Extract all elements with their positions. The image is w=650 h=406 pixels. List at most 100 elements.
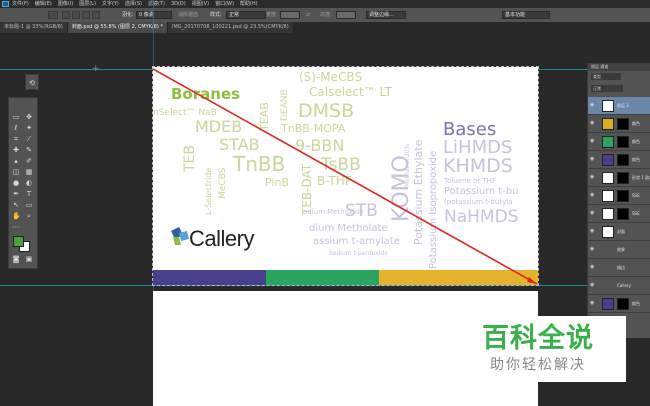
visibility-eye-icon[interactable]: ◉ xyxy=(590,121,596,126)
marquee-tool-icon[interactable]: ▭ xyxy=(12,114,20,121)
layer-filter-select[interactable]: 类型 xyxy=(591,73,621,80)
layer-name: SSE xyxy=(632,211,640,216)
layer-name: 颜色 xyxy=(632,121,640,126)
layer-name: Callery xyxy=(617,283,631,288)
more-tools-icon[interactable]: ⋯ xyxy=(12,224,20,231)
visibility-eye-icon[interactable]: ◉ xyxy=(590,139,596,144)
gradient-tool-icon[interactable]: ▦ xyxy=(25,169,33,176)
feather-input[interactable]: 0 像素 xyxy=(136,11,172,19)
crop-tool-icon[interactable]: ⌗ xyxy=(12,136,20,143)
move-tool-icon[interactable]: ✥ xyxy=(25,114,33,121)
swap-icon[interactable]: ⇄ xyxy=(306,11,310,19)
layer-thumbnail xyxy=(602,226,614,238)
width-input[interactable] xyxy=(280,11,300,19)
menu-type[interactable]: 文字(Y) xyxy=(102,1,119,7)
visibility-eye-icon[interactable]: ◉ xyxy=(590,247,596,252)
workspace-select[interactable]: 基本功能 xyxy=(502,11,550,19)
doc-tab-untitled[interactable]: 未标题-1 @ 33%(RGB/8) xyxy=(0,22,68,33)
shape-tool-icon[interactable]: ▭ xyxy=(25,202,33,209)
layers-panel: 图层 通道 类型 正常 ◉ 图层 2 ◉ 颜色 ◉ 颜色 ◉ 颜色 ◉ 形状 1 副本 ◉ SSE ◉ S… xyxy=(587,63,650,338)
visibility-eye-icon[interactable]: ◉ xyxy=(590,175,596,180)
path-select-tool-icon[interactable]: ↖ xyxy=(12,202,20,209)
layer-row[interactable]: ◉ 颜色 xyxy=(588,151,650,169)
healing-tool-icon[interactable]: ✚ xyxy=(12,147,20,154)
visibility-eye-icon[interactable]: ◉ xyxy=(590,283,596,288)
zoom-tool-icon[interactable]: ⌕ xyxy=(25,213,33,220)
layer-row[interactable]: ◉ Callery xyxy=(588,277,650,295)
layer-row[interactable]: ◉ SSE xyxy=(588,187,650,205)
photoshop-window: 文件(F) 编辑(E) 图像(I) 图层(L) 文字(Y) 选择(S) 滤镜(T… xyxy=(0,0,650,406)
blur-tool-icon[interactable]: ● xyxy=(12,180,20,187)
menu-window[interactable]: 窗口(W) xyxy=(215,1,234,7)
layer-row[interactable]: ◉ SSE xyxy=(588,205,650,223)
layer-row[interactable]: ◉ 颜色 xyxy=(588,295,650,313)
layer-mask-thumbnail xyxy=(617,298,629,310)
menu-view[interactable]: 视图(V) xyxy=(192,1,209,7)
layer-name: 图层 2 xyxy=(617,103,629,108)
stamp-tool-icon[interactable]: ▴ xyxy=(12,158,20,165)
menu-edit[interactable]: 编辑(E) xyxy=(35,1,52,7)
layer-thumbnail xyxy=(602,118,614,130)
layer-mask-thumbnail xyxy=(617,190,629,202)
layer-row[interactable]: ◉ 效果 xyxy=(588,241,650,259)
layer-row[interactable]: ◉ 封面 xyxy=(588,223,650,241)
dodge-tool-icon[interactable]: ◐ xyxy=(25,180,33,187)
options-bar: 羽化: 0 像素 消除锯齿 样式: 正常 宽度: ⇄ 高度: 调整边缘... 基… xyxy=(0,8,650,22)
menu-file[interactable]: 文件(F) xyxy=(12,1,29,7)
antialias-checkbox[interactable]: 消除锯齿 xyxy=(178,11,198,19)
new-selection-button[interactable] xyxy=(62,11,70,19)
visibility-eye-icon[interactable]: ◉ xyxy=(590,157,596,162)
menu-image[interactable]: 图像(I) xyxy=(58,1,73,7)
intersect-selection-button[interactable] xyxy=(92,11,100,19)
magic-wand-tool-icon[interactable]: ✦ xyxy=(25,125,33,132)
type-tool-icon[interactable]: T xyxy=(25,191,33,198)
layer-thumbnail xyxy=(602,190,614,202)
eraser-tool-icon[interactable]: ◫ xyxy=(12,169,20,176)
doc-tab-img[interactable]: IMG_20170708_100221.psd @ 23.5%(CMYK/8) xyxy=(167,22,294,33)
style-select[interactable]: 正常 xyxy=(226,11,266,19)
layer-name: SSE xyxy=(632,193,640,198)
add-selection-button[interactable] xyxy=(72,11,80,19)
subtract-selection-button[interactable] xyxy=(82,11,90,19)
layer-name: 颜色 xyxy=(632,157,640,162)
mini-panel[interactable]: ⟲ xyxy=(25,74,39,90)
crosshair-icon: + xyxy=(92,64,100,74)
layer-mask-thumbnail xyxy=(617,154,629,166)
lasso-tool-icon[interactable]: ℓ xyxy=(12,125,20,132)
visibility-eye-icon[interactable]: ◉ xyxy=(590,229,596,234)
visibility-eye-icon[interactable]: ◉ xyxy=(590,265,596,270)
foreground-color-swatch[interactable] xyxy=(13,236,24,247)
refine-edge-button[interactable]: 调整边缘... xyxy=(366,11,406,19)
menu-help[interactable]: 帮助(H) xyxy=(240,1,258,7)
menu-layer[interactable]: 图层(L) xyxy=(79,1,96,7)
layer-mask-thumbnail xyxy=(617,136,629,148)
marquee-preset-button[interactable] xyxy=(48,11,58,19)
pen-tool-icon[interactable]: ✒ xyxy=(12,191,20,198)
menu-select[interactable]: 选择(S) xyxy=(125,1,142,7)
blend-mode-select[interactable]: 正常 xyxy=(591,85,623,92)
visibility-eye-icon[interactable]: ◉ xyxy=(590,211,596,216)
layer-row[interactable]: ◉ 颜色 xyxy=(588,115,650,133)
brush-tool-icon[interactable]: ✎ xyxy=(25,147,33,154)
width-label: 宽度: xyxy=(266,12,278,18)
visibility-eye-icon[interactable]: ◉ xyxy=(590,301,596,306)
layer-row[interactable]: ◉ 描边 xyxy=(588,259,650,277)
menu-filter[interactable]: 滤镜(T) xyxy=(148,1,165,7)
history-brush-tool-icon[interactable]: ✐ xyxy=(25,158,33,165)
menu-bar: 文件(F) 编辑(E) 图像(I) 图层(L) 文字(Y) 选择(S) 滤镜(T… xyxy=(0,0,650,8)
quick-mask-icon[interactable]: ◙ xyxy=(12,256,20,263)
height-input[interactable] xyxy=(336,11,356,19)
visibility-eye-icon[interactable]: ◉ xyxy=(590,193,596,198)
layer-thumbnail xyxy=(602,100,614,112)
visibility-eye-icon[interactable]: ◉ xyxy=(590,103,596,108)
layer-row[interactable]: ◉ 颜色 xyxy=(588,133,650,151)
eyedropper-tool-icon[interactable]: ⁄ xyxy=(25,136,33,143)
screen-mode-icon[interactable]: ▣ xyxy=(25,256,33,263)
layers-panel-tabs[interactable]: 图层 通道 xyxy=(588,63,650,71)
history-icon[interactable]: ⟲ xyxy=(29,79,35,87)
hand-tool-icon[interactable]: ✋ xyxy=(12,213,21,220)
height-label: 高度: xyxy=(320,12,332,18)
menu-3d[interactable]: 3D(D) xyxy=(171,1,186,7)
layer-row[interactable]: ◉ 图层 2 xyxy=(588,97,650,115)
layer-row[interactable]: ◉ 形状 1 副本 xyxy=(588,169,650,187)
